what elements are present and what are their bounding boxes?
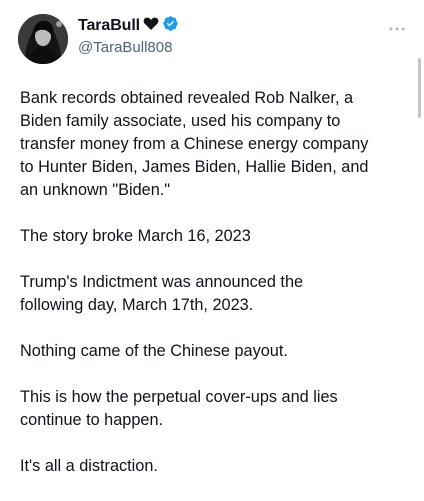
user-info: TaraBull @TaraBull808 bbox=[78, 16, 179, 56]
tweet-line: The story broke March 16, 2023 bbox=[20, 227, 251, 245]
tweet-line: Bank records obtained revealed Rob Nalke… bbox=[20, 89, 354, 107]
tweet-text: Bank records obtained revealed Rob Nalke… bbox=[20, 87, 410, 501]
tweet-paragraph: The story broke March 16, 2023 bbox=[20, 225, 410, 248]
tweet-line: It's all a distraction. bbox=[20, 457, 158, 475]
tweet-paragraph: This is how the perpetual cover-ups and … bbox=[20, 386, 410, 432]
tweet-paragraph: Nothing came of the Chinese payout. bbox=[20, 340, 410, 363]
heart-icon bbox=[143, 17, 159, 36]
tweet-paragraph: Bank records obtained revealed Rob Nalke… bbox=[20, 87, 410, 202]
tweet-line: This is how the perpetual cover-ups and … bbox=[20, 388, 338, 406]
tweet-line: Nothing came of the Chinese payout. bbox=[20, 342, 288, 360]
tweet-line: following day, March 17th, 2023. bbox=[20, 296, 254, 314]
tweet-line: Biden family associate, used his company… bbox=[20, 112, 341, 130]
tweet-paragraph: Trump's Indictment was announced the fol… bbox=[20, 271, 410, 317]
tweet-line: continue to happen. bbox=[20, 411, 164, 429]
tweet-header: TaraBull @TaraBull808 bbox=[18, 14, 408, 70]
scrollbar[interactable] bbox=[418, 58, 421, 118]
name-row: TaraBull bbox=[78, 16, 179, 36]
display-name[interactable]: TaraBull bbox=[78, 17, 140, 35]
tweet-line: to Hunter Biden, James Biden, Hallie Bid… bbox=[20, 158, 369, 176]
verified-icon bbox=[162, 15, 179, 37]
handle[interactable]: @TaraBull808 bbox=[78, 39, 179, 56]
more-icon[interactable] bbox=[388, 20, 406, 31]
tweet-paragraph: It's all a distraction. bbox=[20, 455, 410, 478]
tweet-line: an unknown "Biden." bbox=[20, 181, 171, 199]
tweet-line: Trump's Indictment was announced the bbox=[20, 273, 304, 291]
tweet-line: transfer money from a Chinese energy com… bbox=[20, 135, 369, 153]
avatar[interactable] bbox=[18, 14, 68, 64]
